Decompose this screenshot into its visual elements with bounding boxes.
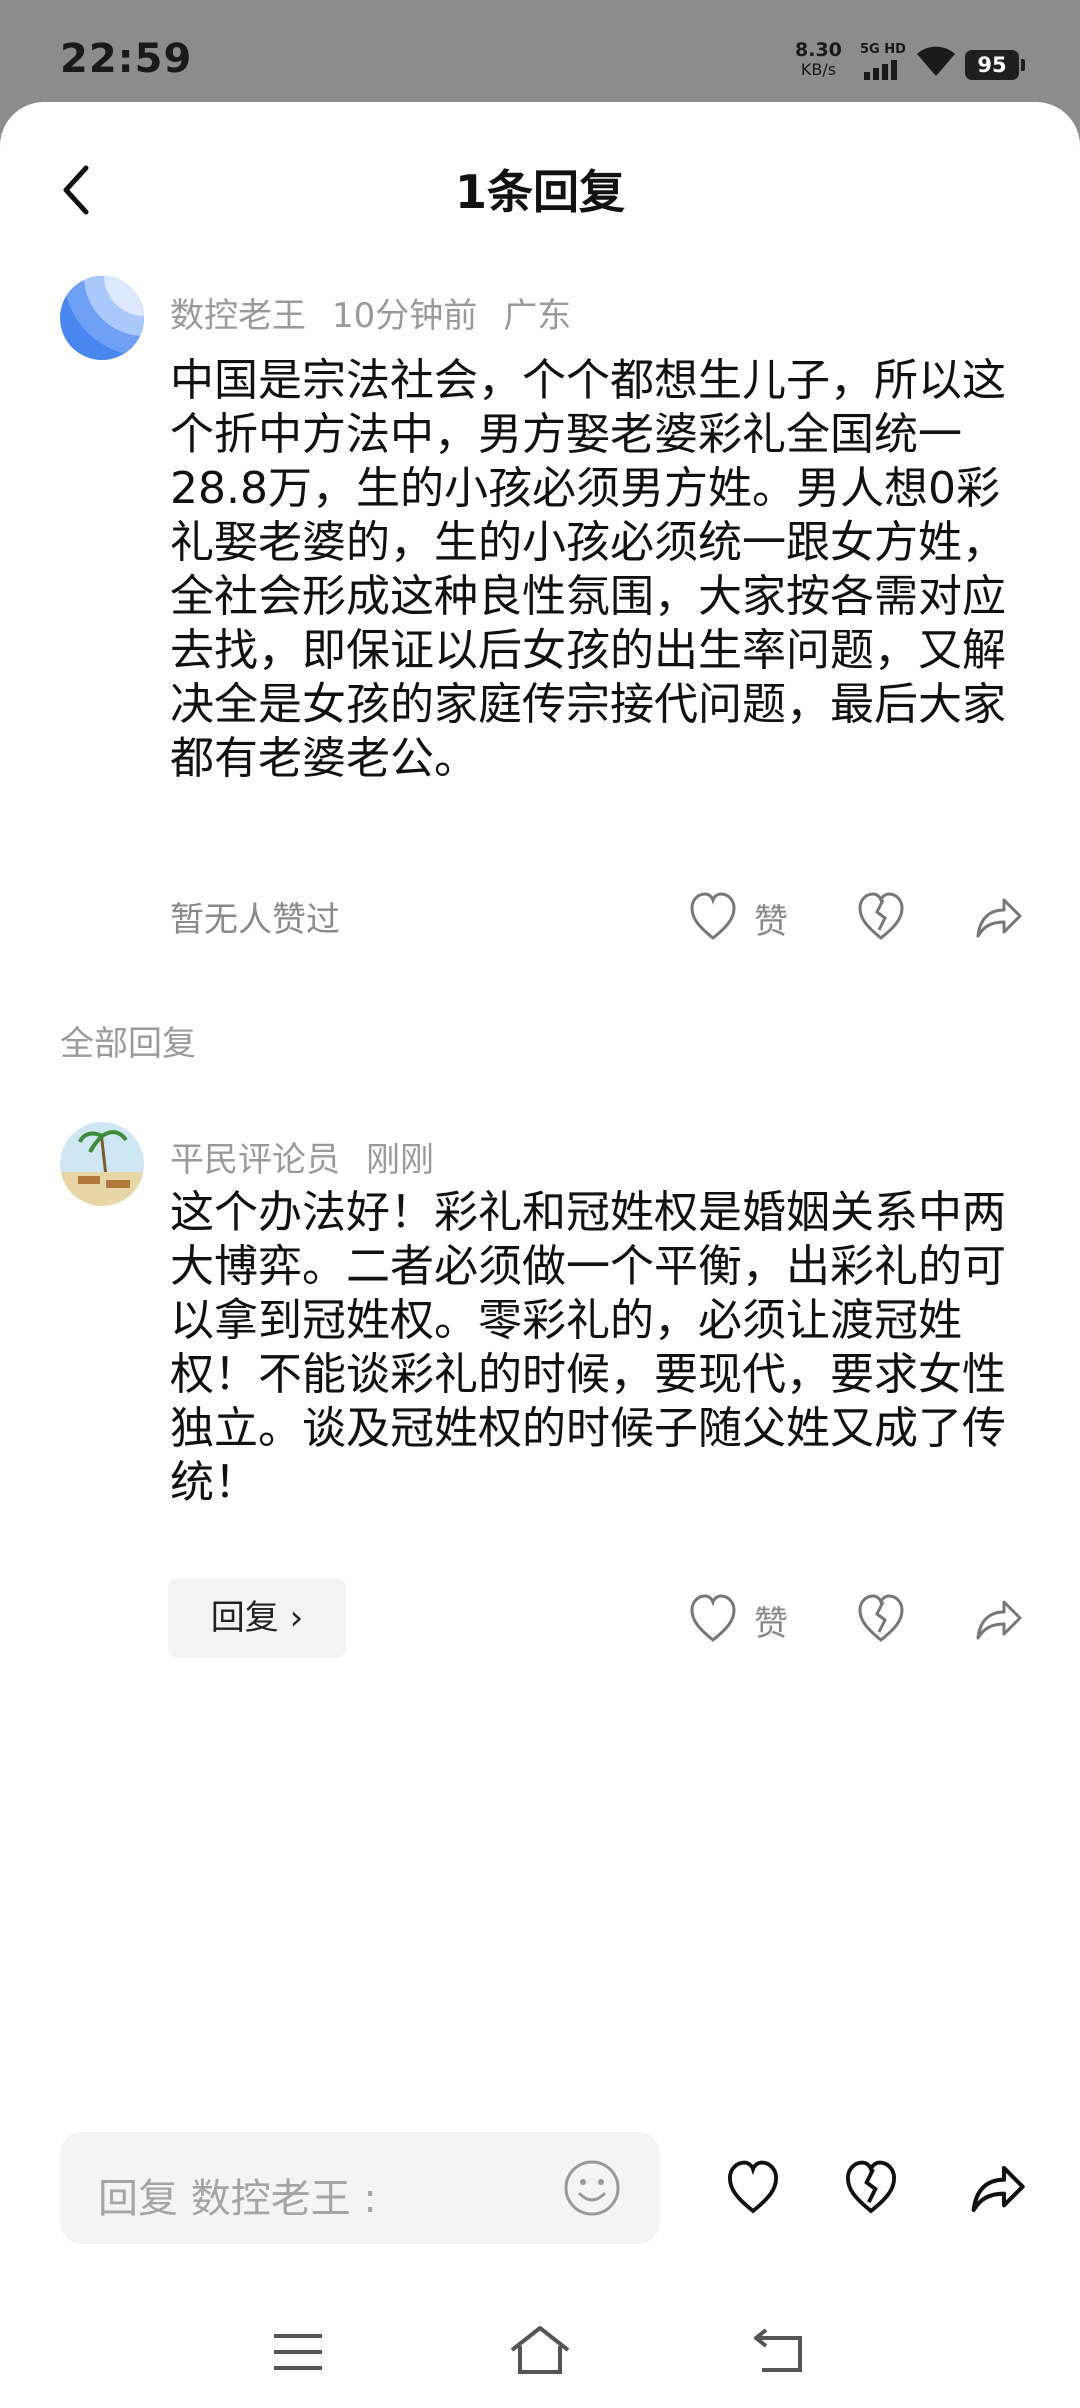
comment-location: 广东: [503, 296, 572, 336]
reply-actions: 赞: [690, 1590, 1030, 1650]
like-label[interactable]: 赞: [754, 1596, 788, 1645]
comment-time: 10分钟前: [332, 296, 478, 336]
reply-meta: 平民评论员 刚刚: [170, 1132, 460, 1181]
status-bar: 22:59 8.30 KB/s 5G HD 95: [0, 0, 1080, 100]
reply-input[interactable]: 回复 数控老王 :: [60, 2132, 660, 2244]
main-comment-meta: 数控老王 10分钟前 广东: [170, 288, 597, 337]
signal-label: 5G HD: [860, 42, 906, 57]
broken-heart-icon[interactable]: [858, 1590, 904, 1650]
replies-sheet: 1条回复 数控老王 10分钟前 广东 中国是宗法社会，个个都想生儿子，所以这个折中方…: [0, 102, 1080, 2408]
avatar-reply-author[interactable]: [60, 1122, 144, 1206]
main-comment-text[interactable]: 中国是宗法社会，个个都想生儿子，所以这个折中方法中，男方娶老婆彩礼全国统一28.…: [170, 354, 1030, 786]
signal-bars-icon: [864, 60, 897, 80]
likes-summary: 暂无人赞过: [170, 900, 340, 940]
network-speed: 8.30 KB/s: [795, 40, 842, 80]
reply-author-name[interactable]: 平民评论员: [170, 1140, 340, 1180]
share-icon[interactable]: [962, 2154, 1032, 2224]
page-title: 1条回复: [454, 165, 625, 219]
battery-indicator: 95: [965, 50, 1025, 80]
heart-icon[interactable]: [690, 1590, 736, 1650]
section-all-replies: 全部回复: [60, 1024, 196, 1064]
reply-button[interactable]: 回复 ›: [168, 1578, 346, 1658]
broken-heart-icon[interactable]: [858, 888, 904, 948]
main-comment-actions: 赞: [690, 888, 1030, 948]
network-speed-value: 8.30: [795, 39, 842, 61]
author-name[interactable]: 数控老王: [170, 296, 306, 336]
avatar-main-author[interactable]: [60, 276, 144, 360]
wifi-icon: [917, 46, 955, 76]
back-icon[interactable]: [752, 2326, 808, 2374]
home-icon[interactable]: [508, 2324, 572, 2376]
heart-icon[interactable]: [720, 2156, 786, 2222]
system-nav-bar: [0, 2290, 1080, 2408]
broken-heart-icon[interactable]: [838, 2156, 904, 2222]
heart-icon[interactable]: [690, 888, 736, 948]
reply-input-placeholder: 回复 数控老王 :: [98, 2176, 377, 2222]
menu-icon[interactable]: [272, 2332, 324, 2372]
status-time: 22:59: [60, 36, 193, 82]
cell-signal-icon: 5G HD: [860, 42, 910, 80]
reply-time: 刚刚: [366, 1140, 434, 1180]
share-icon[interactable]: [974, 1590, 1022, 1650]
network-speed-unit: KB/s: [800, 60, 837, 79]
share-icon[interactable]: [974, 888, 1022, 948]
reply-text[interactable]: 这个办法好！彩礼和冠姓权是婚姻关系中两大博弈。二者必须做一个平衡，出彩礼的可以拿…: [170, 1186, 1030, 1510]
like-label[interactable]: 赞: [754, 894, 788, 943]
emoji-icon[interactable]: [562, 2158, 622, 2218]
